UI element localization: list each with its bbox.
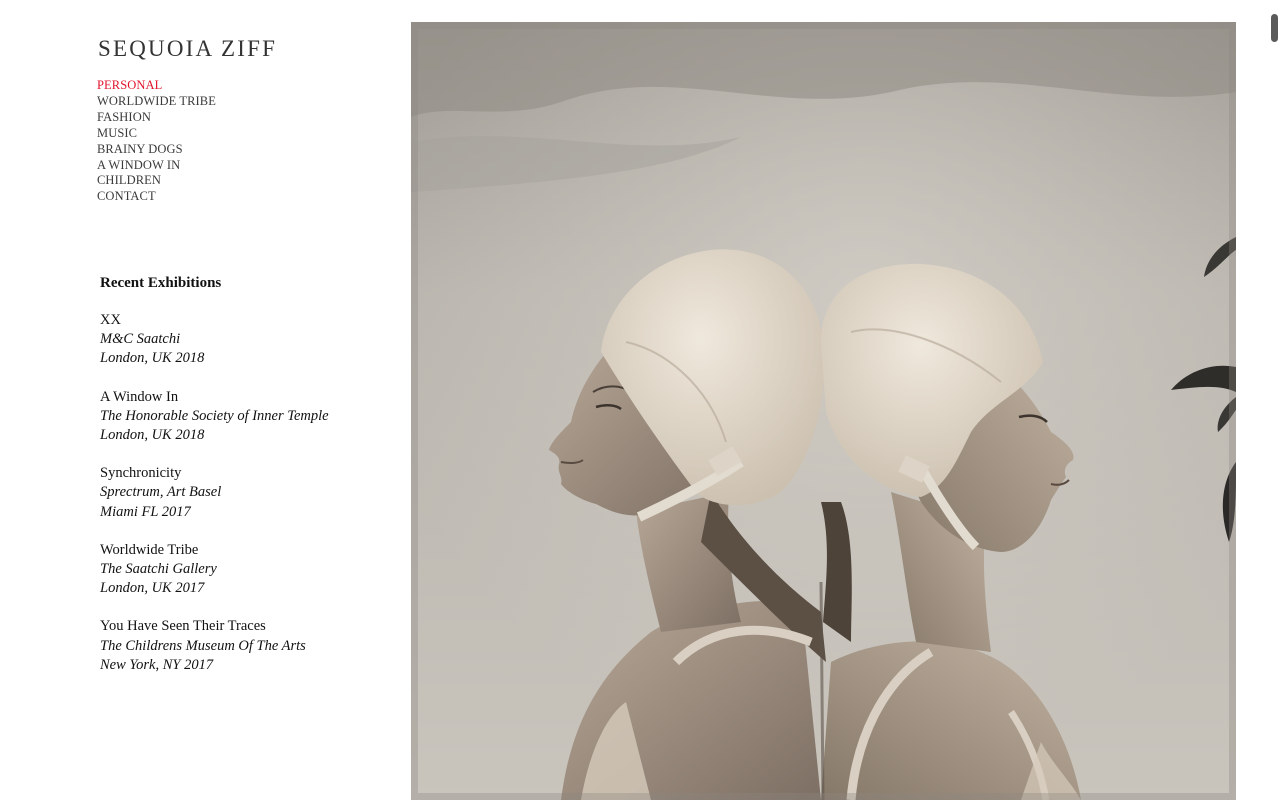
recent-exhibitions: Recent Exhibitions XX M&C Saatchi London… [100, 273, 390, 694]
exhibitions-heading: Recent Exhibitions [100, 275, 222, 291]
exhibition-location: Miami FL 2017 [100, 503, 191, 520]
exhibition-venue: M&C Saatchi [100, 331, 181, 348]
nav-item-music[interactable]: MUSIC [97, 126, 216, 142]
exhibition-location: New York, NY 2017 [100, 656, 214, 673]
exhibition-title: Synchronicity [100, 465, 182, 482]
exhibition-location: London, UK 2018 [100, 427, 205, 444]
nav-item-children[interactable]: CHILDREN [97, 173, 216, 189]
exhibition-item: A Window In The Honorable Society of Inn… [100, 388, 390, 446]
nav-item-contact[interactable]: CONTACT [97, 189, 216, 205]
exhibition-venue: The Honorable Society of Inner Temple [100, 407, 329, 424]
exhibition-title: You Have Seen Their Traces [100, 618, 266, 635]
nav-item-brainy-dogs[interactable]: BRAINY DOGS [97, 142, 216, 158]
exhibition-title: A Window In [100, 388, 179, 405]
exhibition-title: Worldwide Tribe [100, 541, 199, 558]
nav-item-a-window-in[interactable]: A WINDOW IN [97, 158, 216, 174]
exhibition-venue: Sprectrum, Art Basel [100, 484, 222, 501]
scrollbar-thumb[interactable] [1271, 14, 1278, 42]
main-nav: PERSONAL WORLDWIDE TRIBE FASHION MUSIC B… [97, 78, 216, 205]
nav-item-worldwide-tribe[interactable]: WORLDWIDE TRIBE [97, 94, 216, 110]
exhibition-venue: The Saatchi Gallery [100, 561, 217, 578]
exhibition-item: You Have Seen Their Traces The Childrens… [100, 617, 390, 675]
exhibition-item: XX M&C Saatchi London, UK 2018 [100, 311, 390, 369]
exhibition-item: Worldwide Tribe The Saatchi Gallery Lond… [100, 541, 390, 599]
two-women-swim-caps-photo [411, 22, 1236, 800]
nav-item-fashion[interactable]: FASHION [97, 110, 216, 126]
exhibition-title: XX [100, 312, 121, 328]
page-scrollbar[interactable] [1270, 0, 1280, 800]
exhibition-location: London, UK 2017 [100, 580, 205, 597]
exhibition-location: London, UK 2018 [100, 350, 205, 367]
sidebar: SEQUOIA ZIFF PERSONAL WORLDWIDE TRIBE FA… [0, 0, 400, 800]
site-title[interactable]: SEQUOIA ZIFF [98, 36, 277, 62]
exhibition-venue: The Childrens Museum Of The Arts [100, 637, 306, 654]
featured-photo[interactable] [411, 22, 1236, 800]
nav-item-personal[interactable]: PERSONAL [97, 78, 216, 94]
exhibition-item: Synchronicity Sprectrum, Art Basel Miami… [100, 464, 390, 522]
